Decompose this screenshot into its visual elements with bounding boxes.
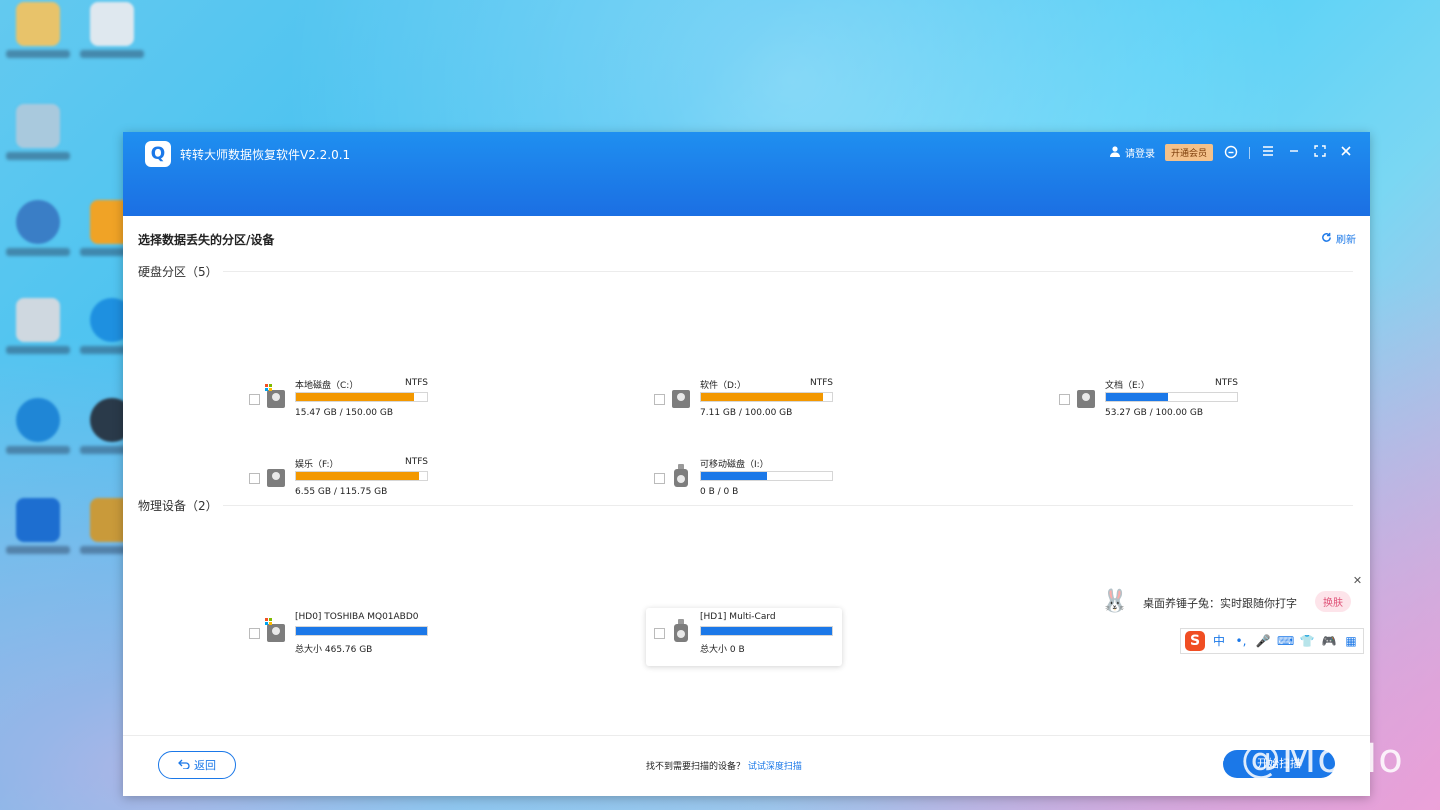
device-usage-bar <box>295 626 428 636</box>
partitions-heading: 硬盘分区（5） <box>138 265 218 279</box>
refresh-button[interactable]: 刷新 <box>1321 231 1356 246</box>
close-icon[interactable] <box>1338 145 1354 161</box>
partition-checkbox[interactable] <box>1059 394 1070 405</box>
sogou-close-icon[interactable]: ✕ <box>1352 575 1363 586</box>
windows-disk-icon <box>265 618 285 642</box>
partition-size: 53.27 GB / 100.00 GB <box>1105 408 1204 418</box>
partition-item[interactable]: 软件（D:） NTFS 7.11 GB / 100.00 GB <box>654 372 854 428</box>
partition-name: 文档（E:） <box>1105 381 1150 391</box>
partition-usage-bar <box>700 392 833 402</box>
desktop-icon-user-folder[interactable] <box>6 2 70 58</box>
back-button[interactable]: 返回 <box>158 751 236 779</box>
devices-heading: 物理设备（2） <box>138 499 218 513</box>
chinese-mode-icon[interactable]: 中 <box>1211 633 1227 649</box>
login-button[interactable]: 请登录 <box>1109 145 1155 160</box>
user-icon <box>1109 145 1121 160</box>
partition-usage-bar <box>295 392 428 402</box>
sogou-tip-bubble[interactable]: 🐰 桌面养锤子兔：实时跟随你打字 换肤 <box>1095 586 1357 618</box>
device-checkbox[interactable] <box>654 628 665 639</box>
partition-item[interactable]: 本地磁盘（C:） NTFS 15.47 GB / 150.00 GB <box>249 372 449 428</box>
page-title: 选择数据丢失的分区/设备 <box>138 233 275 247</box>
devices-divider <box>223 505 1353 506</box>
usb-drive-icon <box>670 618 690 642</box>
partition-item[interactable]: 文档（E:） NTFS 53.27 GB / 100.00 GB <box>1059 372 1259 428</box>
microphone-icon[interactable]: 🎤 <box>1255 633 1271 649</box>
skin-shirt-icon[interactable]: 👕 <box>1299 633 1315 649</box>
title-bar: Q 转转大师数据恢复软件V2.2.0.1 请登录 开通会员 <box>123 132 1370 216</box>
partition-fs: NTFS <box>1215 378 1238 388</box>
partition-name: 软件（D:） <box>700 381 746 391</box>
partition-size: 0 B / 0 B <box>700 487 739 497</box>
desktop-icon-computer[interactable] <box>6 104 70 160</box>
device-size: 总大小 465.76 GB <box>295 645 373 655</box>
hint-text-row: 找不到需要扫描的设备？ 试试深度扫描 <box>646 759 802 772</box>
partition-item[interactable]: 娱乐（F:） NTFS 6.55 GB / 115.75 GB <box>249 451 449 507</box>
partition-usage-bar <box>700 471 833 481</box>
partition-usage-bar <box>1105 392 1238 402</box>
keyboard-icon[interactable]: ⌨ <box>1277 633 1294 649</box>
device-name: [HD1] Multi-Card <box>700 612 776 622</box>
app-title: 转转大师数据恢复软件V2.2.0.1 <box>180 148 351 162</box>
punctuation-icon[interactable]: •, <box>1233 633 1249 649</box>
partition-checkbox[interactable] <box>249 394 260 405</box>
usb-drive-icon <box>670 463 690 487</box>
toolbox-grid-icon[interactable]: ▦ <box>1343 633 1359 649</box>
partition-fs: NTFS <box>810 378 833 388</box>
support-icon[interactable] <box>1223 145 1239 161</box>
partition-fs: NTFS <box>405 378 428 388</box>
deep-scan-link[interactable]: 试试深度扫描 <box>748 762 802 772</box>
device-usage-bar <box>700 626 833 636</box>
partitions-divider <box>223 271 1353 272</box>
menu-icon[interactable] <box>1260 145 1276 161</box>
main-content: 选择数据丢失的分区/设备 刷新 硬盘分区（5） 本地磁盘（C:） NTFS 15… <box>123 216 1370 736</box>
gamepad-icon[interactable]: 🎮 <box>1321 633 1337 649</box>
minimize-icon[interactable] <box>1286 145 1302 161</box>
device-checkbox[interactable] <box>249 628 260 639</box>
partition-usage-bar <box>295 471 428 481</box>
device-name: [HD0] TOSHIBA MQ01ABD0 <box>295 612 419 622</box>
partition-item[interactable]: 可移动磁盘（I:） 0 B / 0 B <box>654 451 854 507</box>
title-divider <box>1249 146 1250 159</box>
partition-size: 15.47 GB / 150.00 GB <box>295 408 394 418</box>
partition-fs: NTFS <box>405 457 428 467</box>
refresh-label: 刷新 <box>1336 235 1356 246</box>
back-label: 返回 <box>194 759 216 772</box>
partition-size: 7.11 GB / 100.00 GB <box>700 408 793 418</box>
partition-size: 6.55 GB / 115.75 GB <box>295 487 388 497</box>
disk-icon <box>1075 384 1095 408</box>
device-item[interactable]: [HD1] Multi-Card 总大小 0 B <box>646 608 842 666</box>
desktop-icon-app[interactable] <box>80 2 144 58</box>
device-size: 总大小 0 B <box>700 645 745 655</box>
windows-disk-icon <box>265 384 285 408</box>
disk-icon <box>670 384 690 408</box>
refresh-icon <box>1321 232 1332 246</box>
desktop-icon-recycle-bin[interactable] <box>6 298 70 354</box>
login-label: 请登录 <box>1124 149 1155 160</box>
maximize-icon[interactable] <box>1312 144 1328 161</box>
desktop-icon-ie[interactable] <box>6 398 70 454</box>
device-item[interactable]: [HD0] TOSHIBA MQ01ABD0 总大小 465.76 GB <box>249 606 449 662</box>
sogou-logo-icon[interactable]: S <box>1185 631 1205 651</box>
zhihu-watermark: 知乎 @MoMo <box>1145 736 1404 782</box>
desktop-icon-settings[interactable] <box>6 498 70 554</box>
app-window: Q 转转大师数据恢复软件V2.2.0.1 请登录 开通会员 选择数据丢失的分区/… <box>123 132 1370 796</box>
partition-checkbox[interactable] <box>654 473 665 484</box>
app-logo-icon: Q <box>145 141 171 167</box>
back-arrow-icon <box>178 759 190 772</box>
hint-text: 找不到需要扫描的设备？ <box>646 762 746 772</box>
rabbit-mascot-icon: 🐰 <box>1101 589 1129 614</box>
sogou-toolbar: S 中 •, 🎤 ⌨ 👕 🎮 ▦ <box>1180 628 1364 654</box>
partition-name: 可移动磁盘（I:） <box>700 460 769 470</box>
vip-button[interactable]: 开通会员 <box>1164 144 1213 161</box>
partition-checkbox[interactable] <box>249 473 260 484</box>
skin-button[interactable]: 换肤 <box>1315 591 1351 612</box>
sogou-tip-text: 桌面养锤子兔：实时跟随你打字 <box>1143 597 1297 610</box>
partition-name: 本地磁盘（C:） <box>295 381 359 391</box>
partition-name: 娱乐（F:） <box>295 460 339 470</box>
partition-checkbox[interactable] <box>654 394 665 405</box>
desktop-icon-network[interactable] <box>6 200 70 256</box>
disk-icon <box>265 463 285 487</box>
